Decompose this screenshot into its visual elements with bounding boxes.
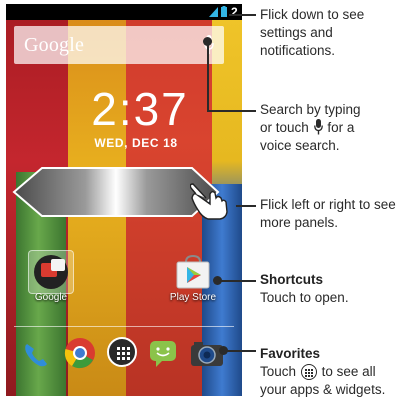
google-folder-icon <box>28 250 74 294</box>
chrome-icon[interactable] <box>64 337 96 369</box>
callout-line-search-vertical <box>207 42 209 110</box>
shortcut-google[interactable]: Google <box>24 248 78 306</box>
clock-date: WED, DEC 18 <box>94 136 178 150</box>
callout-notifications-line2: settings and <box>260 25 333 40</box>
google-search-bar[interactable]: Google <box>14 26 224 64</box>
callout-shortcuts-title: Shortcuts <box>260 272 324 287</box>
clock-time[interactable]: 2:37 <box>80 82 200 136</box>
play-store-icon <box>176 254 210 289</box>
status-bar[interactable]: 2 <box>6 4 242 20</box>
phone-icon[interactable] <box>22 340 50 368</box>
callout-line-favorites <box>224 350 256 352</box>
apps-icon <box>300 364 317 380</box>
callout-search-line3: voice search. <box>260 138 340 153</box>
callout-favorites: Favorites Touch to see all your apps & w… <box>260 345 385 399</box>
status-time: 2 <box>231 5 238 19</box>
callout-panels-line2: more panels. <box>260 215 339 230</box>
callout-favorites-line1: Touch to see all <box>260 364 376 380</box>
callout-shortcuts-text: Touch to open. <box>260 290 349 305</box>
callout-panels: Flick left or right to see more panels. <box>260 196 396 232</box>
callout-line-panels <box>236 205 256 207</box>
callout-panels-line1: Flick left or right to see <box>260 197 396 212</box>
callout-search: Search by typing or touch for a voice se… <box>260 101 361 155</box>
callout-line-notifications <box>229 14 256 16</box>
messaging-icon[interactable] <box>148 338 178 368</box>
callout-favorites-title: Favorites <box>260 346 321 361</box>
callout-shortcuts: Shortcuts Touch to open. <box>260 271 349 307</box>
shortcut-label: Google <box>34 292 68 303</box>
callout-search-line2: or touch for a <box>260 119 355 135</box>
callout-line-shortcuts <box>218 280 256 282</box>
callout-search-line1: Search by typing <box>260 102 361 117</box>
dock-divider <box>14 326 234 327</box>
callout-notifications: Flick down to see settings and notificat… <box>260 6 364 60</box>
callout-favorites-line2: your apps & widgets. <box>260 382 386 397</box>
search-brand-label: Google <box>24 34 85 56</box>
apps-icon[interactable] <box>107 337 137 367</box>
callout-line-search <box>207 110 256 112</box>
callout-notifications-line3: notifications. <box>260 43 336 58</box>
callout-notifications-line1: Flick down to see <box>260 7 365 22</box>
hand-gesture-icon <box>190 183 228 220</box>
shortcut-label: Play Store <box>169 292 217 303</box>
signal-icon <box>209 7 218 17</box>
microphone-icon <box>313 119 323 135</box>
battery-icon <box>221 6 227 17</box>
